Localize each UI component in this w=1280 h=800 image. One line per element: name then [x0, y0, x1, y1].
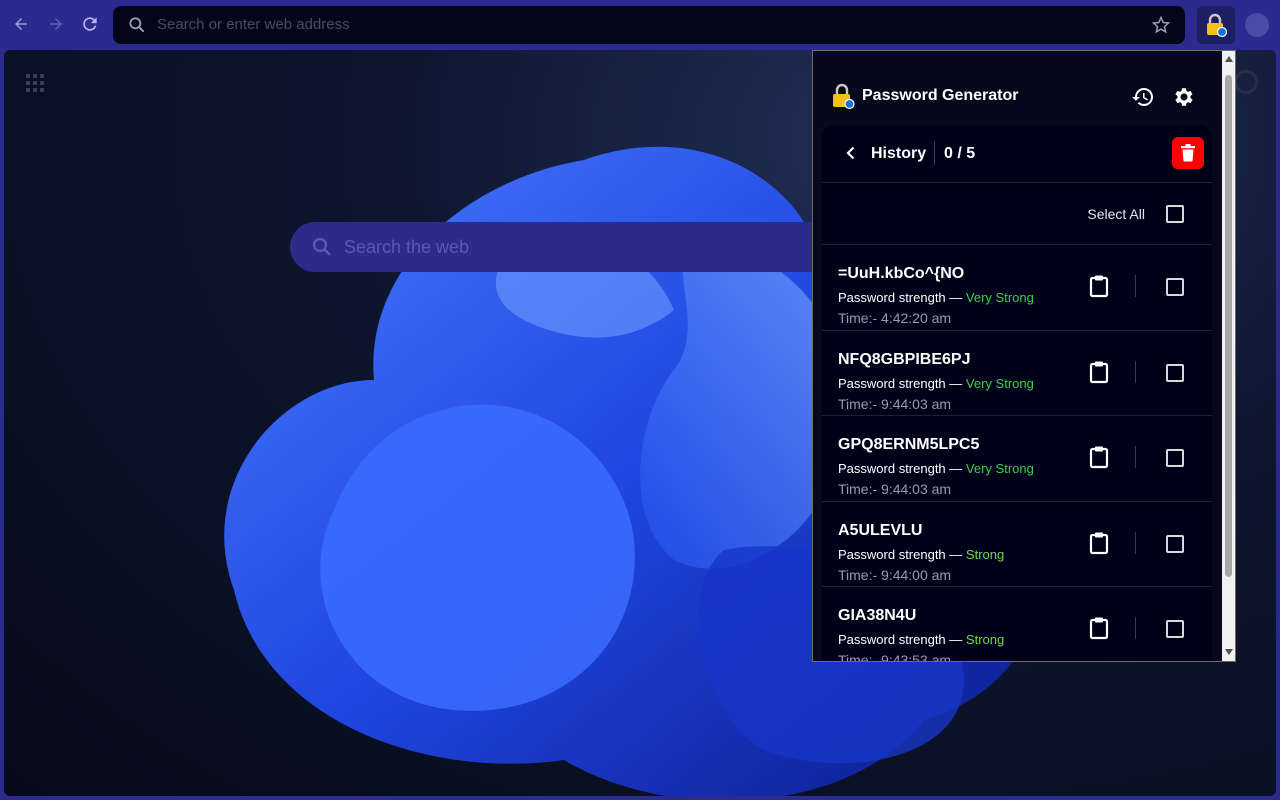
strength-label: Password strength — — [838, 290, 963, 305]
profile-icon[interactable] — [1245, 13, 1269, 37]
forward-button[interactable] — [44, 12, 68, 36]
timestamp: Time:- 9:44:00 am — [838, 566, 952, 583]
copy-button[interactable] — [1088, 445, 1110, 469]
divider — [1135, 275, 1136, 297]
strength-value: Strong — [965, 632, 1005, 647]
strength-text: Password strength — Very Strong — [838, 461, 1034, 476]
history-item: =UuH.kbCo^{NO Password strength — Very S… — [822, 245, 1212, 331]
history-title: History — [871, 145, 927, 162]
divider — [1135, 531, 1136, 554]
strength-label: Password strength — — [838, 375, 963, 391]
popup-header: Password Generator — [813, 51, 1223, 123]
web-search-box[interactable]: Search the web — [290, 222, 850, 272]
timestamp: Time:- 9:44:03 am — [838, 395, 952, 412]
gear-icon — [1175, 88, 1193, 106]
clipboard-icon — [1089, 532, 1109, 554]
copy-button[interactable] — [1088, 531, 1110, 555]
password-text: GIA38N4U — [838, 607, 917, 624]
history-item: A5ULEVLU Password strength — Strong Time… — [822, 502, 1212, 587]
strength-text: Password strength — Very Strong — [838, 376, 1034, 391]
strength-label: Password strength — — [838, 632, 963, 647]
item-checkbox[interactable] — [1166, 534, 1184, 553]
item-checkbox[interactable] — [1166, 363, 1184, 382]
history-item: GPQ8ERNM5LPC5 Password strength — Very S… — [822, 416, 1212, 502]
browser-toolbar: Search or enter web address — [0, 0, 1280, 50]
clipboard-icon — [1089, 446, 1109, 469]
selection-count: 0 / 5 — [944, 145, 976, 162]
strength-label: Password strength — — [838, 461, 963, 476]
password-text: GPQ8ERNM5LPC5 — [838, 436, 980, 453]
extension-button[interactable] — [1197, 6, 1235, 44]
lock-key-icon — [833, 83, 855, 110]
address-placeholder: Search or enter web address — [157, 16, 350, 33]
strength-text: Password strength — Very Strong — [838, 290, 1034, 305]
copy-button[interactable] — [1088, 360, 1110, 384]
divider — [1135, 446, 1136, 468]
back-arrow-icon — [15, 18, 27, 30]
item-checkbox[interactable] — [1166, 278, 1184, 296]
strength-value: Very Strong — [965, 375, 1034, 391]
lock-key-icon — [1207, 13, 1228, 38]
copy-button[interactable] — [1088, 274, 1110, 298]
item-checkbox[interactable] — [1166, 449, 1184, 467]
password-text: =UuH.kbCo^{NO — [838, 265, 965, 282]
history-panel: History 0 / 5 Select All =UuH.kbCo^{NO P… — [822, 125, 1212, 661]
history-list: =UuH.kbCo^{NO Password strength — Very S… — [822, 245, 1212, 661]
back-button[interactable] — [9, 12, 33, 36]
reload-icon — [83, 17, 97, 31]
settings-button[interactable] — [1170, 84, 1196, 110]
history-icon — [1132, 87, 1154, 106]
clipboard-icon — [1089, 275, 1109, 298]
apps-grid-icon[interactable] — [26, 74, 44, 92]
extension-popup: Password Generator History 0 / 5 Select … — [812, 50, 1236, 662]
delete-button[interactable] — [1172, 137, 1204, 169]
scroll-up-arrow[interactable] — [1225, 56, 1233, 62]
web-search-placeholder: Search the web — [344, 237, 470, 257]
popup-title: Password Generator — [862, 87, 1019, 104]
item-checkbox[interactable] — [1166, 620, 1184, 638]
clipboard-icon — [1089, 361, 1109, 383]
select-all-row: Select All — [822, 183, 1212, 245]
strength-value: Strong — [965, 546, 1005, 562]
reload-button[interactable] — [78, 12, 102, 36]
select-all-checkbox[interactable] — [1166, 205, 1184, 223]
timestamp: Time:- 4:42:20 am — [838, 310, 952, 326]
popup-scrollbar[interactable] — [1222, 51, 1235, 661]
trash-icon — [1181, 144, 1195, 162]
divider — [934, 141, 935, 165]
strength-label: Password strength — — [838, 546, 963, 562]
scroll-thumb[interactable] — [1225, 75, 1232, 577]
search-icon — [312, 237, 331, 256]
strength-text: Password strength — Strong — [838, 632, 1004, 647]
timestamp: Time:- 9:43:53 am — [838, 652, 952, 661]
history-item: NFQ8GBPIBE6PJ Password strength — Very S… — [822, 331, 1212, 416]
select-all-label: Select All — [1087, 206, 1145, 222]
timestamp: Time:- 9:44:03 am — [838, 481, 952, 497]
chevron-left-icon — [846, 146, 855, 160]
history-item: GIA38N4U Password strength — Strong Time… — [822, 587, 1212, 661]
clipboard-icon — [1089, 617, 1109, 640]
back-button[interactable] — [840, 142, 862, 164]
password-text: A5ULEVLU — [838, 521, 923, 539]
search-icon — [129, 17, 145, 33]
scroll-down-arrow[interactable] — [1225, 649, 1233, 655]
address-bar[interactable]: Search or enter web address — [113, 6, 1185, 44]
strength-value: Very Strong — [965, 461, 1034, 476]
star-icon[interactable] — [1151, 15, 1171, 35]
divider — [1135, 617, 1136, 639]
history-header: History 0 / 5 — [822, 125, 1212, 183]
popup-content: Password Generator History 0 / 5 Select … — [813, 51, 1223, 661]
gear-icon[interactable] — [1234, 70, 1258, 94]
divider — [1135, 360, 1136, 383]
password-text: NFQ8GBPIBE6PJ — [838, 350, 971, 368]
forward-arrow-icon — [50, 18, 62, 30]
strength-value: Very Strong — [965, 290, 1034, 305]
history-button[interactable] — [1130, 84, 1156, 110]
strength-text: Password strength — Strong — [838, 547, 1004, 562]
copy-button[interactable] — [1088, 616, 1110, 640]
